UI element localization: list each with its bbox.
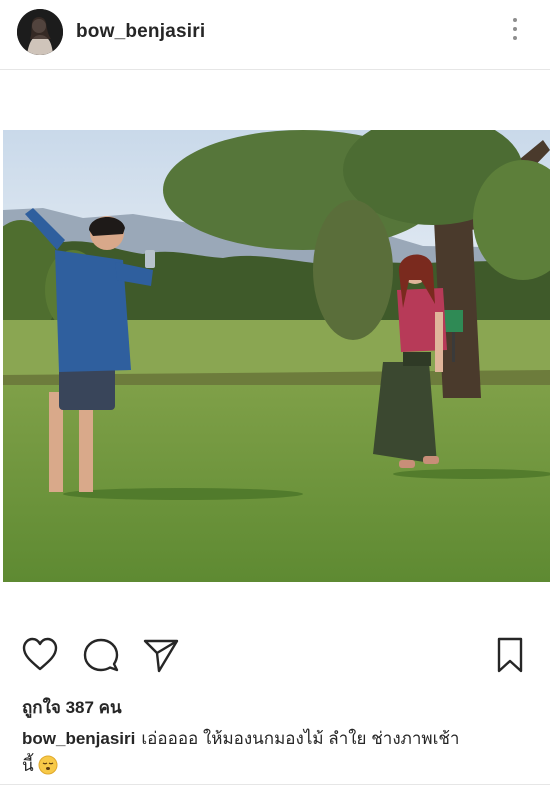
comment-icon[interactable] (81, 635, 121, 675)
photo-illustration (3, 130, 550, 582)
caption-username[interactable]: bow_benjasiri (22, 729, 135, 748)
post-header: bow_benjasiri (0, 0, 550, 70)
caption-text-line2: นี้ (22, 756, 34, 775)
sleepy-face-emoji-icon (38, 755, 58, 775)
photo-top-spacer (0, 71, 550, 130)
caption-text-line1: เอ่ออออ ให้มองนกมองไม้ ลำใย ช่างภาพเช้า (141, 729, 460, 748)
avatar-image (17, 9, 63, 55)
post-photo[interactable] (3, 130, 550, 582)
post-actions (0, 635, 550, 679)
send-icon[interactable] (141, 635, 181, 675)
post-username[interactable]: bow_benjasiri (76, 21, 205, 43)
bottom-divider (0, 784, 550, 785)
likes-count[interactable]: ถูกใจ 387 คน (22, 694, 122, 721)
bookmark-icon[interactable] (490, 635, 530, 675)
more-options-icon[interactable] (510, 18, 520, 46)
post-caption: bow_benjasiri เอ่ออออ ให้มองนกมองไม้ ลำใย… (22, 725, 532, 779)
profile-avatar[interactable] (17, 9, 63, 55)
heart-icon[interactable] (20, 635, 60, 675)
